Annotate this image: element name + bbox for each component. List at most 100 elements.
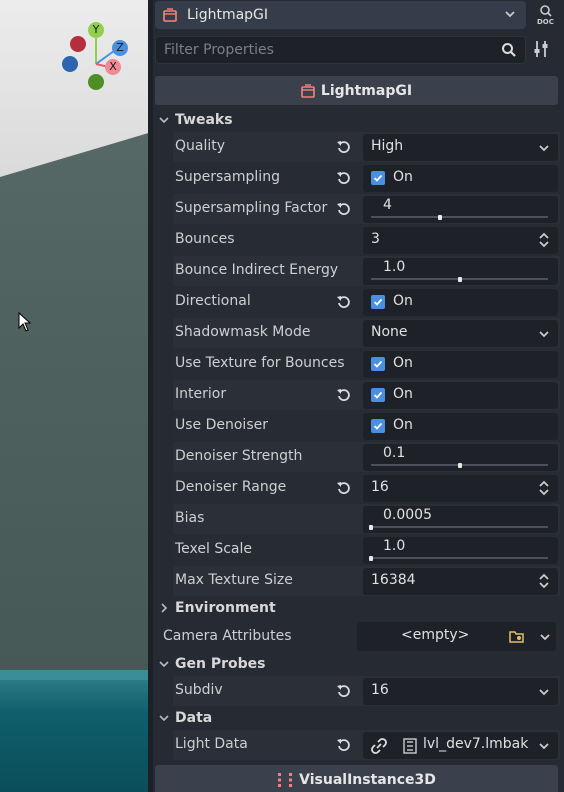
class-header-label: LightmapGI	[320, 82, 413, 99]
revert-icon[interactable]	[336, 683, 352, 699]
expanded-arrow-icon	[157, 658, 171, 670]
supersampling-checkbox[interactable]: On	[363, 165, 558, 192]
slider-grabber[interactable]	[369, 556, 373, 561]
section-environment[interactable]: Environment	[155, 596, 558, 620]
slider-grabber[interactable]	[438, 215, 443, 220]
checkbox-label: On	[393, 169, 413, 185]
camera-attributes-resource-picker[interactable]: <empty>	[357, 622, 556, 651]
visualinstance3d-node-icon	[278, 772, 293, 787]
open-documentation-button[interactable]: DOC	[531, 2, 561, 28]
expanded-arrow-icon	[157, 114, 171, 126]
gizmo-z-icon[interactable]: Z	[112, 40, 128, 56]
class-header-lightmapgi[interactable]: LightmapGI	[155, 76, 558, 105]
spin-updown-icon[interactable]	[538, 232, 550, 248]
orientation-gizmo[interactable]: Y Z X	[58, 20, 138, 96]
use-texture-for-bounces-checkbox[interactable]: On	[363, 351, 558, 378]
spin-updown-icon[interactable]	[538, 480, 550, 496]
quality-dropdown[interactable]: High	[363, 134, 558, 161]
section-tweaks[interactable]: Tweaks	[155, 108, 558, 132]
revert-icon[interactable]	[336, 139, 352, 155]
spinbox-value: 3	[371, 231, 380, 247]
supersampling-factor-slider[interactable]: 4	[363, 196, 558, 223]
expanded-arrow-icon	[157, 712, 171, 724]
gizmo-neg-y-icon[interactable]	[88, 74, 104, 90]
link-icon[interactable]	[371, 738, 387, 754]
bias-slider[interactable]: 0.0005	[363, 506, 558, 533]
spinbox-value: 16	[371, 479, 389, 495]
property-bias: Bias 0.0005	[173, 504, 560, 534]
property-label: Bias	[175, 510, 205, 526]
texel-scale-slider[interactable]: 1.0	[363, 537, 558, 564]
slider-value: 4	[383, 197, 392, 213]
bounces-spinbox[interactable]: 3	[363, 227, 558, 254]
section-label: Gen Probes	[175, 656, 266, 672]
interior-checkbox[interactable]: On	[363, 382, 558, 409]
section-data[interactable]: Data	[155, 706, 558, 730]
slider-grabber[interactable]	[369, 525, 373, 530]
bounce-indirect-energy-slider[interactable]: 1.0	[363, 258, 558, 285]
class-header-label: VisualInstance3D	[299, 771, 436, 788]
property-label: Denoiser Range	[175, 479, 287, 495]
filter-properties-field[interactable]	[155, 36, 526, 64]
chevron-down-icon[interactable]	[539, 631, 551, 643]
revert-icon[interactable]	[336, 480, 352, 496]
gizmo-y-icon[interactable]: Y	[88, 22, 104, 38]
shadowmask-mode-dropdown[interactable]: None	[363, 320, 558, 347]
revert-icon[interactable]	[336, 201, 352, 217]
property-directional: Directional On	[173, 287, 560, 317]
lightmap-data-icon	[403, 738, 417, 754]
denoiser-range-spinbox[interactable]: 16	[363, 475, 558, 502]
class-header-visualinstance3d[interactable]: VisualInstance3D	[155, 765, 558, 792]
property-label: Use Texture for Bounces	[175, 355, 345, 371]
chevron-down-icon	[539, 689, 549, 696]
property-max-texture-size: Max Texture Size 16384	[173, 566, 560, 596]
property-bounce-indirect-energy: Bounce Indirect Energy 1.0	[173, 256, 560, 286]
property-label: Supersampling	[175, 169, 280, 185]
object-name: LightmapGI	[187, 7, 269, 23]
collapsed-arrow-icon	[157, 602, 171, 614]
gizmo-neg-x-icon[interactable]	[70, 36, 86, 52]
max-texture-size-spinbox[interactable]: 16384	[363, 568, 558, 595]
chevron-down-icon	[505, 11, 515, 18]
property-label: Bounces	[175, 231, 235, 247]
light-data-resource-picker[interactable]: lvl_dev7.lmbak	[363, 732, 558, 759]
slider-value: 0.0005	[383, 507, 432, 523]
directional-checkbox[interactable]: On	[363, 289, 558, 316]
load-folder-icon[interactable]	[509, 629, 525, 643]
filter-properties-input[interactable]	[164, 42, 484, 58]
property-label: Bounce Indirect Energy	[175, 262, 339, 278]
denoiser-strength-slider[interactable]: 0.1	[363, 444, 558, 471]
property-label: Interior	[175, 386, 227, 402]
revert-icon[interactable]	[336, 170, 352, 186]
gizmo-x-icon[interactable]: X	[105, 59, 121, 75]
quality-value: High	[371, 138, 404, 154]
section-label: Data	[175, 710, 213, 726]
chevron-down-icon[interactable]	[538, 740, 550, 752]
checkbox-label: On	[393, 417, 413, 433]
property-supersampling-factor: Supersampling Factor 4	[173, 194, 560, 224]
property-bounces: Bounces 3	[173, 225, 560, 255]
object-selector[interactable]: LightmapGI	[155, 1, 526, 29]
section-gen-probes[interactable]: Gen Probes	[155, 652, 558, 676]
property-quality: Quality High	[173, 132, 560, 162]
gizmo-neg-z-icon[interactable]	[62, 56, 78, 72]
spin-updown-icon[interactable]	[538, 573, 550, 589]
spinbox-value: 16384	[371, 572, 416, 588]
property-subdiv: Subdiv 16	[173, 676, 560, 706]
use-denoiser-checkbox[interactable]: On	[363, 413, 558, 440]
3d-viewport[interactable]: Y Z X	[0, 0, 148, 792]
resource-value: <empty>	[401, 627, 470, 643]
revert-icon[interactable]	[336, 294, 352, 310]
revert-icon[interactable]	[336, 387, 352, 403]
property-label: Directional	[175, 293, 251, 309]
slider-grabber[interactable]	[457, 277, 462, 282]
mouse-cursor-icon	[18, 312, 32, 332]
slider-grabber[interactable]	[457, 463, 462, 468]
property-label: Texel Scale	[175, 541, 253, 557]
property-label: Denoiser Strength	[175, 448, 303, 464]
dropdown-value: 16	[371, 682, 389, 698]
inspector-options-icon[interactable]	[533, 40, 549, 58]
property-use-texture-for-bounces: Use Texture for Bounces On	[173, 349, 560, 379]
revert-icon[interactable]	[336, 737, 352, 753]
subdiv-dropdown[interactable]: 16	[363, 678, 558, 705]
